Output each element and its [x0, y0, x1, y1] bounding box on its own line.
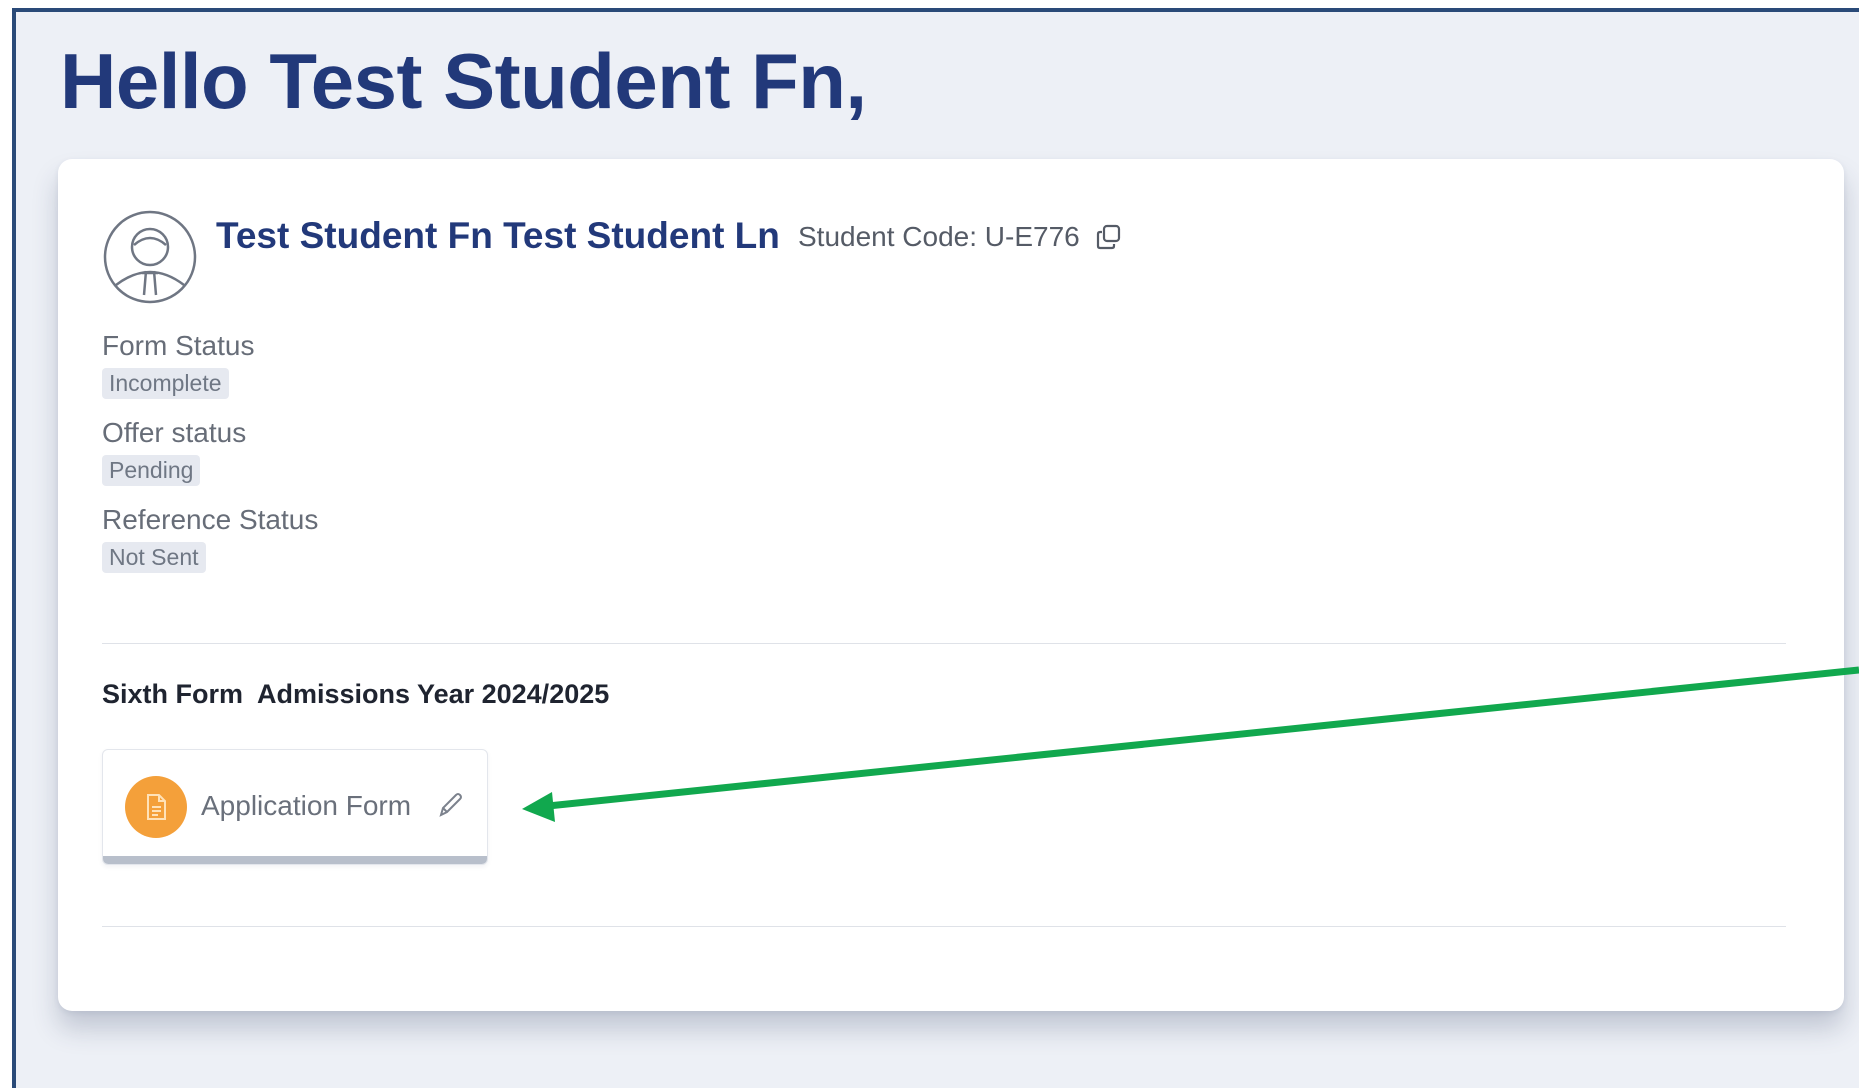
- form-status-badge: Incomplete: [102, 368, 229, 399]
- offer-status-badge: Pending: [102, 455, 201, 486]
- pencil-icon[interactable]: [433, 788, 467, 822]
- offer-status: Offer status Pending: [102, 416, 246, 486]
- application-form-tile[interactable]: Application Form: [102, 749, 488, 865]
- student-avatar-icon: [103, 210, 197, 304]
- document-icon: [125, 776, 187, 838]
- page-title: Hello Test Student Fn,: [60, 37, 867, 125]
- offer-status-label: Offer status: [102, 417, 247, 448]
- application-form-label: Application Form: [201, 790, 412, 821]
- reference-status: Reference Status Not Sent: [102, 503, 318, 573]
- copy-icon[interactable]: [1094, 222, 1124, 252]
- divider: [102, 643, 1786, 644]
- student-code: Student Code: U-E776: [798, 221, 1124, 253]
- reference-status-label: Reference Status: [102, 504, 319, 535]
- form-progress-bar: [103, 856, 487, 864]
- student-card: Test Student Fn Test Student Ln Student …: [58, 159, 1844, 1011]
- reference-status-badge: Not Sent: [102, 542, 206, 573]
- student-code-text: Student Code: U-E776: [798, 221, 1080, 252]
- page-frame: Hello Test Student Fn, Test Student Fn T…: [12, 8, 1859, 1088]
- form-status: Form Status Incomplete: [102, 329, 254, 399]
- student-name: Test Student Fn Test Student Ln: [216, 215, 780, 256]
- form-status-label: Form Status: [102, 330, 255, 361]
- divider: [102, 926, 1786, 927]
- admissions-section-title: Sixth Form Admissions Year 2024/2025: [102, 679, 610, 709]
